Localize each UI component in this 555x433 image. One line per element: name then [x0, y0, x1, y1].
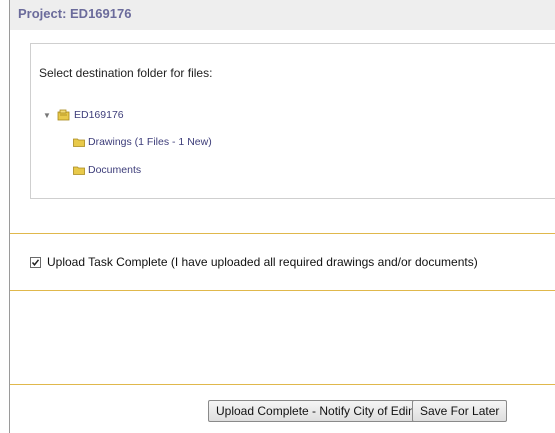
project-title: Project: ED169176 — [18, 6, 132, 21]
tree-item-label[interactable]: Documents — [88, 164, 141, 176]
folder-select-panel: Select destination folder for files: ▼ E… — [30, 43, 555, 199]
upload-page-frame: Project: ED169176 Select destination fol… — [9, 0, 555, 433]
upload-task-checkbox[interactable] — [30, 256, 41, 268]
divider — [10, 384, 555, 385]
upload-complete-button[interactable]: Upload Complete - Notify City of Edina — [208, 400, 430, 422]
project-header: Project: ED169176 — [10, 0, 555, 30]
project-folder-icon — [57, 109, 70, 121]
checkmark-icon — [31, 258, 40, 266]
folder-icon — [73, 166, 85, 175]
folder-prompt: Select destination folder for files: — [39, 66, 213, 80]
upload-task-row[interactable]: Upload Task Complete (I have uploaded al… — [30, 255, 478, 269]
folder-icon — [73, 138, 85, 147]
tree-item-documents[interactable]: Documents — [73, 163, 141, 177]
expand-triangle-icon[interactable]: ▼ — [43, 111, 55, 120]
divider — [10, 233, 555, 234]
tree-item-label[interactable]: Drawings (1 Files - 1 New) — [88, 136, 212, 148]
tree-root-node[interactable]: ▼ ED169176 — [43, 108, 124, 122]
divider — [10, 290, 555, 291]
save-for-later-button[interactable]: Save For Later — [412, 400, 508, 422]
tree-root-label[interactable]: ED169176 — [74, 109, 124, 121]
tree-item-drawings[interactable]: Drawings (1 Files - 1 New) — [73, 135, 212, 149]
upload-task-label: Upload Task Complete (I have uploaded al… — [47, 255, 478, 269]
